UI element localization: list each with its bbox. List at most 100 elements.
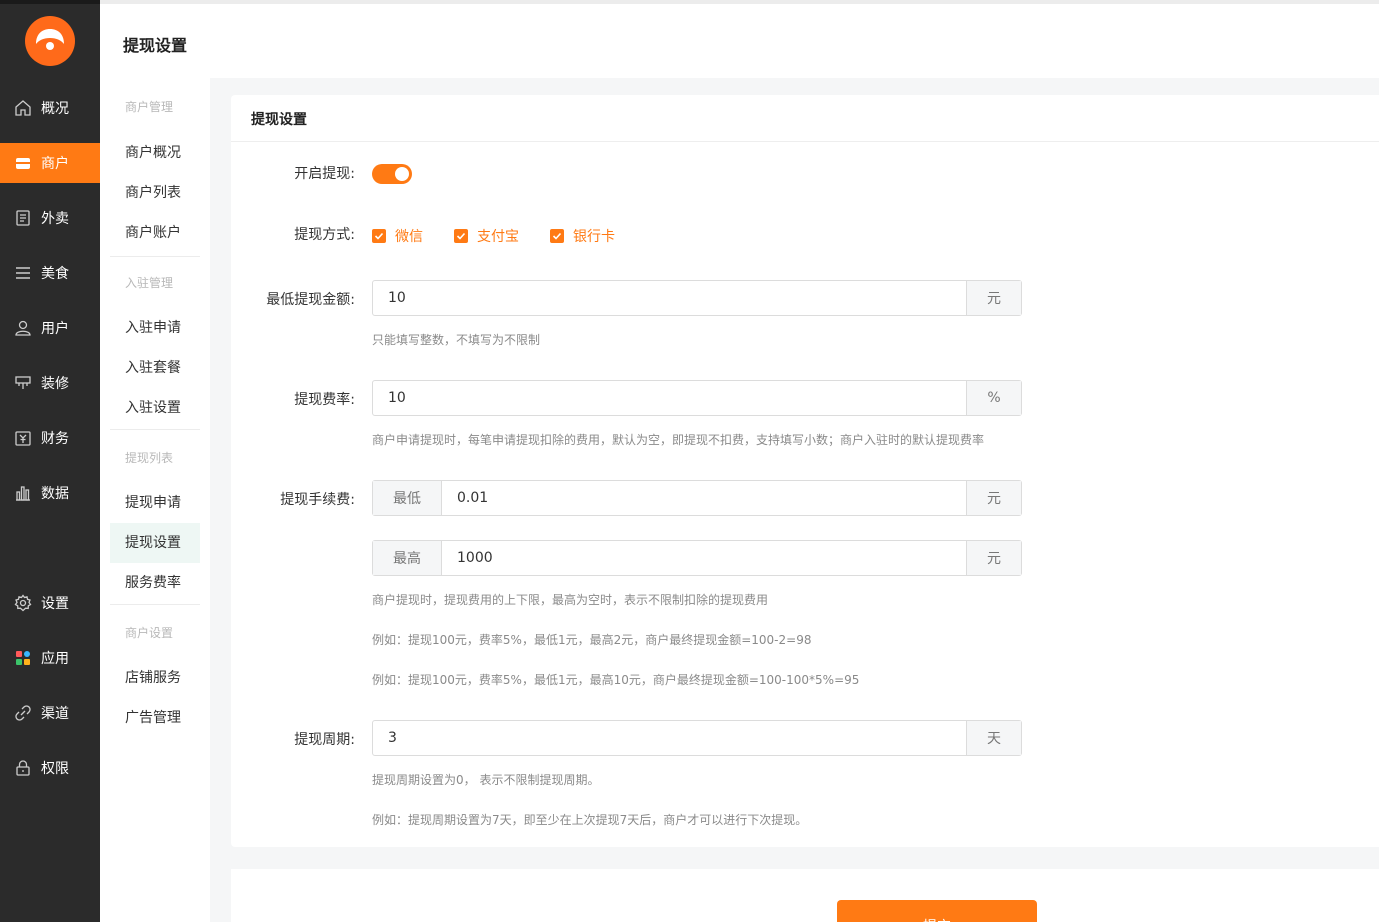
min-amount-group: 元 bbox=[372, 280, 1022, 316]
submenu-group-merchant: 商户管理 bbox=[125, 100, 174, 114]
rate-unit: % bbox=[966, 381, 1021, 415]
rate-group: % bbox=[372, 380, 1022, 416]
method-wechat-label: 微信 bbox=[395, 229, 423, 245]
sidebar-item-label: 财务 bbox=[41, 431, 69, 447]
submenu-item-ad-management[interactable]: 广告管理 bbox=[110, 698, 200, 738]
fee-min-input[interactable] bbox=[442, 481, 966, 515]
period-label: 提现周期: bbox=[294, 732, 355, 748]
sidebar-item-merchant[interactable]: 商户 bbox=[0, 143, 100, 183]
app-logo[interactable] bbox=[25, 16, 75, 66]
apps-icon bbox=[14, 649, 32, 667]
sidebar-item-label: 设置 bbox=[41, 596, 69, 612]
brush-icon bbox=[14, 374, 32, 392]
home-icon bbox=[14, 99, 32, 117]
submenu-item-store-service[interactable]: 店铺服务 bbox=[110, 658, 200, 698]
fee-max-prefix: 最高 bbox=[373, 541, 442, 575]
card-header: 提现设置 bbox=[231, 95, 1379, 142]
rate-input[interactable] bbox=[373, 381, 966, 415]
sidebar-item-label: 商户 bbox=[41, 156, 69, 172]
submenu-item-merchant-list[interactable]: 商户列表 bbox=[110, 173, 200, 213]
period-input[interactable] bbox=[373, 721, 966, 755]
sidebar-item-permissions[interactable]: 权限 bbox=[0, 748, 100, 788]
withdraw-method-label: 提现方式: bbox=[294, 227, 355, 243]
method-bankcard-checkbox[interactable]: 银行卡 bbox=[550, 226, 615, 246]
period-hint: 提现周期设置为0， 表示不限制提现周期。 bbox=[372, 773, 600, 787]
sidebar-item-label: 权限 bbox=[41, 761, 69, 777]
method-alipay-label: 支付宝 bbox=[477, 229, 519, 245]
fee-example-2: 例如：提现100元，费率5%，最低1元，最高10元，商户最终提现金额=100-1… bbox=[372, 673, 860, 687]
rate-label: 提现费率: bbox=[294, 392, 355, 408]
list-icon bbox=[14, 264, 32, 282]
sidebar-item-label: 渠道 bbox=[41, 706, 69, 722]
submit-button[interactable]: 提交 bbox=[837, 900, 1037, 922]
sidebar-item-label: 用户 bbox=[41, 321, 69, 337]
top-header: 提现设置 bbox=[100, 0, 1379, 78]
lock-icon bbox=[14, 759, 32, 777]
method-bankcard-label: 银行卡 bbox=[573, 229, 615, 245]
form-footer bbox=[231, 869, 1379, 922]
submenu-item-settle-settings[interactable]: 入驻设置 bbox=[110, 388, 200, 428]
fee-hint: 商户提现时，提现费用的上下限，最高为空时，表示不限制扣除的提现费用 bbox=[372, 593, 769, 607]
sidebar-item-label: 应用 bbox=[41, 651, 69, 667]
submenu-item-settle-apply[interactable]: 入驻申请 bbox=[110, 308, 200, 348]
fee-min-group: 最低 元 bbox=[372, 480, 1022, 516]
sidebar-item-decoration[interactable]: 装修 bbox=[0, 363, 100, 403]
submenu-item-withdraw-settings[interactable]: 提现设置 bbox=[110, 523, 200, 563]
check-icon bbox=[372, 229, 386, 243]
sidebar-item-channels[interactable]: 渠道 bbox=[0, 693, 100, 733]
submenu-divider bbox=[110, 256, 200, 257]
period-group: 天 bbox=[372, 720, 1022, 756]
card-title: 提现设置 bbox=[251, 112, 307, 128]
min-amount-unit: 元 bbox=[966, 281, 1021, 315]
bar-chart-icon bbox=[14, 484, 32, 502]
sidebar-item-overview[interactable]: 概况 bbox=[0, 88, 100, 128]
min-amount-input[interactable] bbox=[373, 281, 966, 315]
fee-example-1: 例如：提现100元，费率5%，最低1元，最高2元，商户最终提现金额=100-2=… bbox=[372, 633, 812, 647]
sidebar-item-label: 美食 bbox=[41, 266, 69, 282]
fee-max-unit: 元 bbox=[966, 541, 1021, 575]
submenu-divider bbox=[110, 429, 200, 430]
sidebar-item-label: 概况 bbox=[41, 101, 69, 117]
submenu-group-store: 商户设置 bbox=[125, 626, 174, 640]
main-sidebar: 概况 商户 外卖 美食 用户 装修 财务 数据 设置 应用 渠道 权限 bbox=[0, 0, 100, 922]
yuan-icon bbox=[14, 429, 32, 447]
submenu-item-withdraw-apply[interactable]: 提现申请 bbox=[110, 483, 200, 523]
sidebar-item-users[interactable]: 用户 bbox=[0, 308, 100, 348]
method-wechat-checkbox[interactable]: 微信 bbox=[372, 226, 423, 246]
sidebar-item-settings[interactable]: 设置 bbox=[0, 583, 100, 623]
sidebar-item-takeaway[interactable]: 外卖 bbox=[0, 198, 100, 238]
enable-withdraw-toggle[interactable] bbox=[372, 164, 412, 184]
sidebar-item-label: 装修 bbox=[41, 376, 69, 392]
check-icon bbox=[550, 229, 564, 243]
submenu-item-service-rate[interactable]: 服务费率 bbox=[110, 563, 200, 603]
fee-max-input[interactable] bbox=[442, 541, 966, 575]
sidebar-item-finance[interactable]: 财务 bbox=[0, 418, 100, 458]
check-icon bbox=[454, 229, 468, 243]
sidebar-item-apps[interactable]: 应用 bbox=[0, 638, 100, 678]
submenu-item-settle-package[interactable]: 入驻套餐 bbox=[110, 348, 200, 388]
period-example: 例如：提现周期设置为7天，即至少在上次提现7天后，商户才可以进行下次提现。 bbox=[372, 813, 808, 827]
submenu-divider bbox=[110, 604, 200, 605]
period-unit: 天 bbox=[966, 721, 1021, 755]
sidebar-item-data[interactable]: 数据 bbox=[0, 473, 100, 513]
submenu-group-withdraw: 提现列表 bbox=[125, 451, 174, 465]
enable-withdraw-label: 开启提现: bbox=[294, 166, 355, 182]
submenu-item-merchant-account[interactable]: 商户账户 bbox=[110, 213, 200, 253]
rate-hint: 商户申请提现时，每笔申请提现扣除的费用，默认为空，即提现不扣费，支持填写小数；商… bbox=[372, 433, 985, 447]
page-title: 提现设置 bbox=[123, 36, 188, 55]
sidebar-item-label: 数据 bbox=[41, 486, 69, 502]
submenu-item-merchant-overview[interactable]: 商户概况 bbox=[110, 133, 200, 173]
min-amount-label: 最低提现金额: bbox=[266, 292, 355, 308]
sidebar-item-food[interactable]: 美食 bbox=[0, 253, 100, 293]
link-icon bbox=[14, 704, 32, 722]
fee-min-prefix: 最低 bbox=[373, 481, 442, 515]
user-icon bbox=[14, 319, 32, 337]
submenu-group-settle: 入驻管理 bbox=[125, 276, 174, 290]
fee-max-group: 最高 元 bbox=[372, 540, 1022, 576]
gear-icon bbox=[14, 594, 32, 612]
fee-min-unit: 元 bbox=[966, 481, 1021, 515]
sub-menu: 商户管理 商户概况 商户列表 商户账户 入驻管理 入驻申请 入驻套餐 入驻设置 … bbox=[100, 78, 210, 922]
store-icon bbox=[14, 154, 32, 172]
method-alipay-checkbox[interactable]: 支付宝 bbox=[454, 226, 519, 246]
document-icon bbox=[14, 209, 32, 227]
